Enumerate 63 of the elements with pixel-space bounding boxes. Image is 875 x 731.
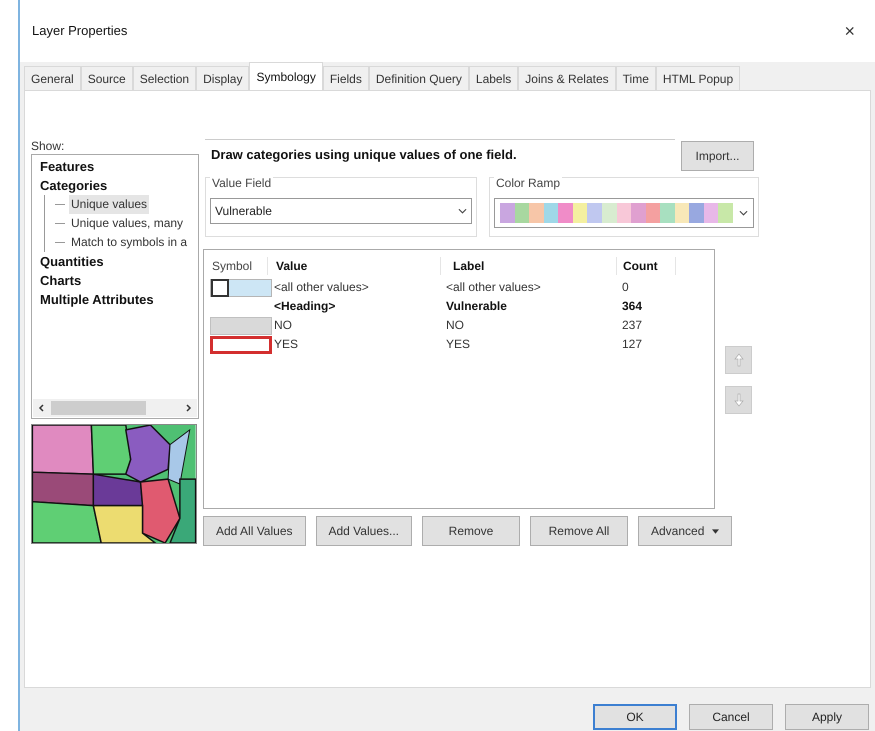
- action-button[interactable]: Remove: [422, 516, 520, 546]
- value-field-dropdown[interactable]: Vulnerable: [210, 198, 472, 224]
- import-button[interactable]: Import...: [681, 141, 754, 171]
- chevron-down-icon: [458, 208, 467, 214]
- chevron-down-icon: [739, 210, 748, 216]
- tab[interactable]: Fields: [322, 66, 369, 90]
- symbol-swatch[interactable]: [210, 278, 272, 296]
- description-text: Draw categories using unique values of one field.: [205, 139, 675, 164]
- down-arrow-icon: [734, 393, 744, 407]
- up-arrow-icon: [734, 353, 744, 367]
- tab[interactable]: Source: [80, 66, 133, 90]
- tab[interactable]: Symbology: [249, 62, 323, 90]
- tab[interactable]: Labels: [468, 66, 518, 90]
- dialog-button[interactable]: OK: [593, 704, 677, 730]
- tree-item[interactable]: Features: [38, 157, 96, 176]
- tree-item[interactable]: Match to symbols in a: [69, 233, 190, 252]
- tree-item[interactable]: Unique values: [69, 195, 150, 214]
- value-field-label: Value Field: [210, 176, 274, 190]
- column-header: Count: [616, 257, 676, 275]
- table-cell-text: 127: [622, 336, 644, 353]
- tab[interactable]: Display: [196, 66, 250, 90]
- dialog-button[interactable]: Apply: [785, 704, 869, 730]
- table-cell-text: 364: [622, 298, 644, 315]
- table-cell-text: <all other values>: [274, 279, 370, 296]
- dialog-button[interactable]: Cancel: [689, 704, 773, 730]
- action-button[interactable]: Remove All: [530, 516, 628, 546]
- tree-item[interactable]: Unique values, many: [69, 214, 186, 233]
- dropdown-arrow-icon: [712, 528, 720, 534]
- table-cell-text: YES: [446, 336, 472, 353]
- move-down-button[interactable]: [725, 386, 752, 414]
- move-up-button[interactable]: [725, 346, 752, 374]
- tab[interactable]: Selection: [132, 66, 196, 90]
- close-button[interactable]: ×: [836, 18, 863, 44]
- show-label: Show:: [31, 139, 66, 153]
- table-cell-text: <all other values>: [446, 279, 542, 296]
- tab[interactable]: Joins & Relates: [518, 66, 616, 90]
- tab[interactable]: Time: [616, 66, 656, 90]
- table-cell-text: YES: [274, 336, 300, 353]
- horizontal-scrollbar[interactable]: [33, 399, 197, 417]
- table-cell-text: <Heading>: [274, 298, 336, 315]
- color-ramp-dropdown[interactable]: [494, 198, 754, 228]
- table-cell-text: 0: [622, 279, 630, 296]
- tab[interactable]: General: [24, 66, 81, 90]
- table-cell-text: Vulnerable: [446, 298, 508, 315]
- column-header: Symbol: [204, 257, 268, 275]
- window-title: Layer Properties: [32, 22, 128, 40]
- column-header: Value: [275, 258, 308, 275]
- tree-item[interactable]: Categories: [38, 176, 110, 195]
- action-button[interactable]: Add Values...: [316, 516, 412, 546]
- tab[interactable]: Definition Query: [368, 66, 469, 90]
- tree-item[interactable]: Multiple Attributes: [38, 290, 156, 309]
- table-cell-text: 237: [622, 317, 644, 334]
- action-button[interactable]: Advanced: [638, 516, 732, 546]
- symbol-swatch[interactable]: [210, 336, 272, 354]
- tab[interactable]: HTML Popup: [656, 66, 740, 90]
- table-cell-text: NO: [274, 317, 293, 334]
- action-button[interactable]: Add All Values: [203, 516, 306, 546]
- table-cell-text: NO: [446, 317, 465, 334]
- symbol-swatch[interactable]: [210, 316, 272, 334]
- column-header: Label: [440, 257, 616, 275]
- tree-item[interactable]: Charts: [38, 271, 84, 290]
- tree-item[interactable]: Quantities: [38, 252, 106, 271]
- color-ramp-label: Color Ramp: [494, 176, 562, 190]
